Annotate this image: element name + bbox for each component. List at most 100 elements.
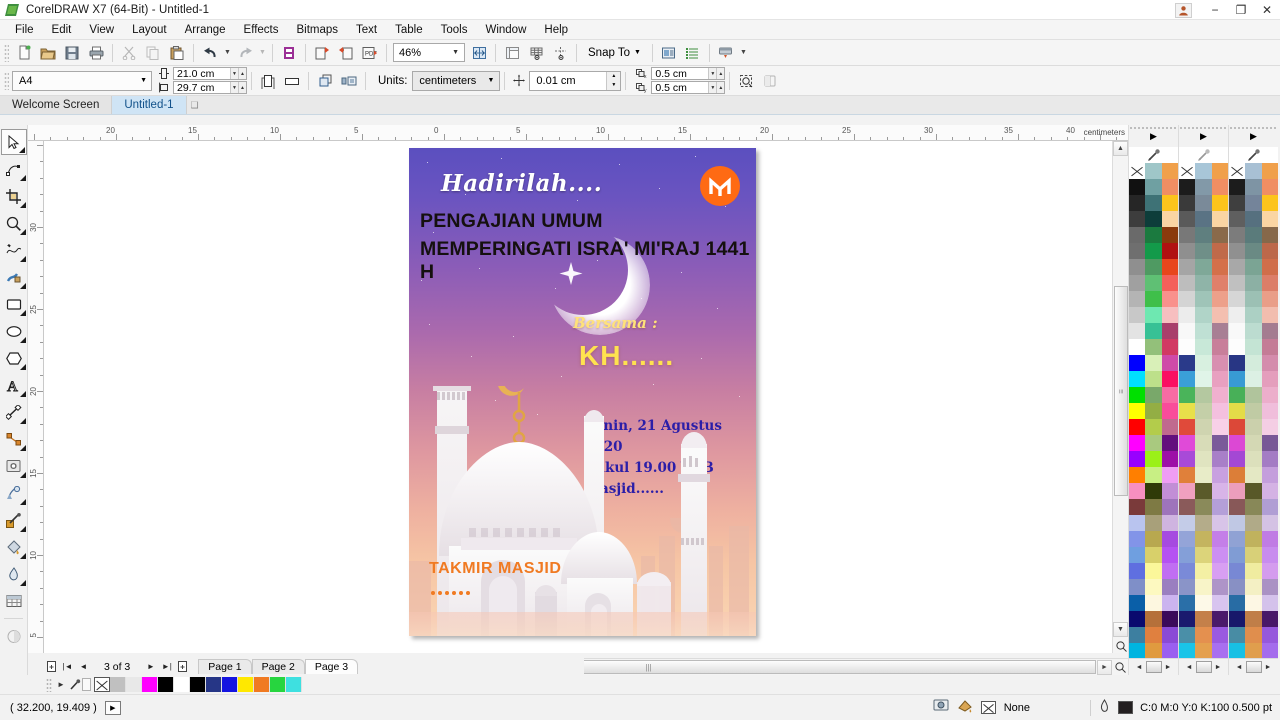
- palette-swatch[interactable]: [1179, 291, 1196, 307]
- bottom-palette-handle[interactable]: [82, 678, 91, 691]
- palette-scroll-right-icon[interactable]: ►: [1265, 664, 1272, 671]
- palette-swatch[interactable]: [1245, 451, 1262, 467]
- palette-swatch[interactable]: [1179, 435, 1196, 451]
- palette-swatch[interactable]: [1161, 275, 1178, 291]
- palette-swatch[interactable]: [1229, 611, 1246, 627]
- palette-swatch[interactable]: [1245, 339, 1262, 355]
- palette-swatch[interactable]: [1145, 387, 1162, 403]
- import-icon[interactable]: [310, 42, 334, 64]
- palette-swatch[interactable]: [1261, 483, 1278, 499]
- chevron-down-icon[interactable]: ▼: [140, 77, 147, 84]
- palette-scroll-left-icon[interactable]: ◄: [1136, 664, 1143, 671]
- palette-swatch[interactable]: [1211, 179, 1228, 195]
- menu-table[interactable]: Table: [386, 22, 432, 38]
- palette-scroll-box[interactable]: [1145, 661, 1162, 673]
- shape-tool-flyout-icon[interactable]: [19, 175, 26, 181]
- palette-swatch[interactable]: [1229, 451, 1246, 467]
- restore-button[interactable]: ❐: [1228, 0, 1254, 20]
- palette-swatch[interactable]: [1195, 643, 1212, 658]
- chevron-down-icon[interactable]: ▼: [452, 49, 459, 56]
- color-eyedropper-tool[interactable]: [1, 507, 27, 533]
- palette-swatch[interactable]: [1195, 163, 1212, 179]
- palette-grip[interactable]: [1179, 126, 1228, 130]
- canvas-vertical-scrollbar[interactable]: ▲ ≡ ▼: [1112, 141, 1128, 653]
- palette-swatch[interactable]: [1211, 467, 1228, 483]
- palette-swatch[interactable]: [1229, 307, 1246, 323]
- palette-swatch[interactable]: [1129, 179, 1146, 195]
- menu-bitmaps[interactable]: Bitmaps: [287, 22, 347, 38]
- ellipse-tool-flyout-icon[interactable]: [19, 337, 26, 343]
- palette-swatch[interactable]: [1229, 291, 1246, 307]
- palette-swatch[interactable]: [1211, 627, 1228, 643]
- palette-swatch[interactable]: [1145, 355, 1162, 371]
- palette-swatch[interactable]: [1261, 579, 1278, 595]
- palette-swatch[interactable]: [1179, 339, 1196, 355]
- menu-view[interactable]: View: [80, 22, 123, 38]
- palette-swatch[interactable]: [1195, 355, 1212, 371]
- palette-swatch[interactable]: [1211, 563, 1228, 579]
- ellipse-tool[interactable]: [1, 318, 27, 344]
- palette-swatch[interactable]: [1261, 323, 1278, 339]
- bottom-palette-swatch[interactable]: [238, 677, 254, 692]
- palette-swatch[interactable]: [1211, 515, 1228, 531]
- palette-swatch[interactable]: [1179, 467, 1196, 483]
- rectangle-tool-flyout-icon[interactable]: [19, 310, 26, 316]
- palette-swatch[interactable]: [1179, 419, 1196, 435]
- palette-swatch[interactable]: [1261, 595, 1278, 611]
- parallel-dimension-tool-flyout-icon[interactable]: [19, 418, 26, 424]
- palette-swatch[interactable]: [1179, 643, 1196, 658]
- palette-swatch[interactable]: [1229, 515, 1246, 531]
- palette-swatch[interactable]: [1145, 243, 1162, 259]
- application-launcher-dropdown-icon[interactable]: ▼: [738, 42, 749, 64]
- show-grid-icon[interactable]: [524, 42, 548, 64]
- zoom-to-fit-icon[interactable]: [1112, 660, 1128, 675]
- duplicate-y-field[interactable]: 0.5 cm ▼ ▲: [651, 81, 726, 94]
- palette-swatch[interactable]: [1145, 579, 1162, 595]
- palette-swatch[interactable]: [1229, 435, 1246, 451]
- tab-welcome-screen[interactable]: Welcome Screen: [0, 96, 113, 114]
- palette-swatch[interactable]: [1179, 451, 1196, 467]
- bottom-palette-grip[interactable]: [46, 677, 52, 692]
- palette-swatch[interactable]: [1261, 387, 1278, 403]
- palette-swatch[interactable]: [1129, 323, 1146, 339]
- options-icon[interactable]: [657, 42, 681, 64]
- palette-swatch[interactable]: [1211, 547, 1228, 563]
- palette-swatch[interactable]: [1245, 419, 1262, 435]
- undo-dropdown-icon[interactable]: ▼: [222, 42, 233, 64]
- palette-swatch[interactable]: [1211, 595, 1228, 611]
- next-page-icon[interactable]: ►: [143, 659, 158, 674]
- zoom-one-shot-icon[interactable]: [1114, 639, 1128, 653]
- palette-swatch[interactable]: [1195, 611, 1212, 627]
- palette-swatch[interactable]: [1179, 195, 1196, 211]
- palette-swatch[interactable]: [1245, 323, 1262, 339]
- crop-tool-flyout-icon[interactable]: [19, 202, 26, 208]
- bottom-palette-swatch[interactable]: [110, 677, 126, 692]
- palette-swatch[interactable]: [1129, 611, 1146, 627]
- palette-swatch[interactable]: [1261, 195, 1278, 211]
- palette-swatch[interactable]: [1161, 547, 1178, 563]
- zoom-tool[interactable]: [1, 210, 27, 236]
- palette-swatch[interactable]: [1211, 259, 1228, 275]
- palette-swatch[interactable]: [1245, 499, 1262, 515]
- menu-layout[interactable]: Layout: [123, 22, 176, 38]
- palette-swatch[interactable]: [1195, 451, 1212, 467]
- palette-swatch[interactable]: [1245, 195, 1262, 211]
- palette-swatch[interactable]: [1211, 403, 1228, 419]
- palette-swatch[interactable]: [1161, 179, 1178, 195]
- duplicate-y-spinner[interactable]: ▼ ▲: [708, 82, 725, 93]
- print-icon[interactable]: [84, 42, 108, 64]
- nudge-spinner[interactable]: ▲ ▼: [606, 71, 621, 90]
- page-width-spinner[interactable]: ▼ ▲: [230, 68, 246, 79]
- palette-swatch[interactable]: [1129, 163, 1146, 179]
- outline-pen-icon[interactable]: [1098, 699, 1111, 716]
- palette-2-header[interactable]: ▶: [1179, 125, 1228, 147]
- palette-swatch[interactable]: [1211, 275, 1228, 291]
- palette-1-eyedropper-icon[interactable]: [1129, 147, 1178, 163]
- palette-swatch[interactable]: [1245, 307, 1262, 323]
- palette-swatch[interactable]: [1145, 531, 1162, 547]
- bottom-palette-swatch[interactable]: [286, 677, 302, 692]
- application-launcher-icon[interactable]: [714, 42, 738, 64]
- palette-swatch[interactable]: [1261, 611, 1278, 627]
- palette-swatch[interactable]: [1145, 595, 1162, 611]
- zoom-tool-flyout-icon[interactable]: [19, 229, 26, 235]
